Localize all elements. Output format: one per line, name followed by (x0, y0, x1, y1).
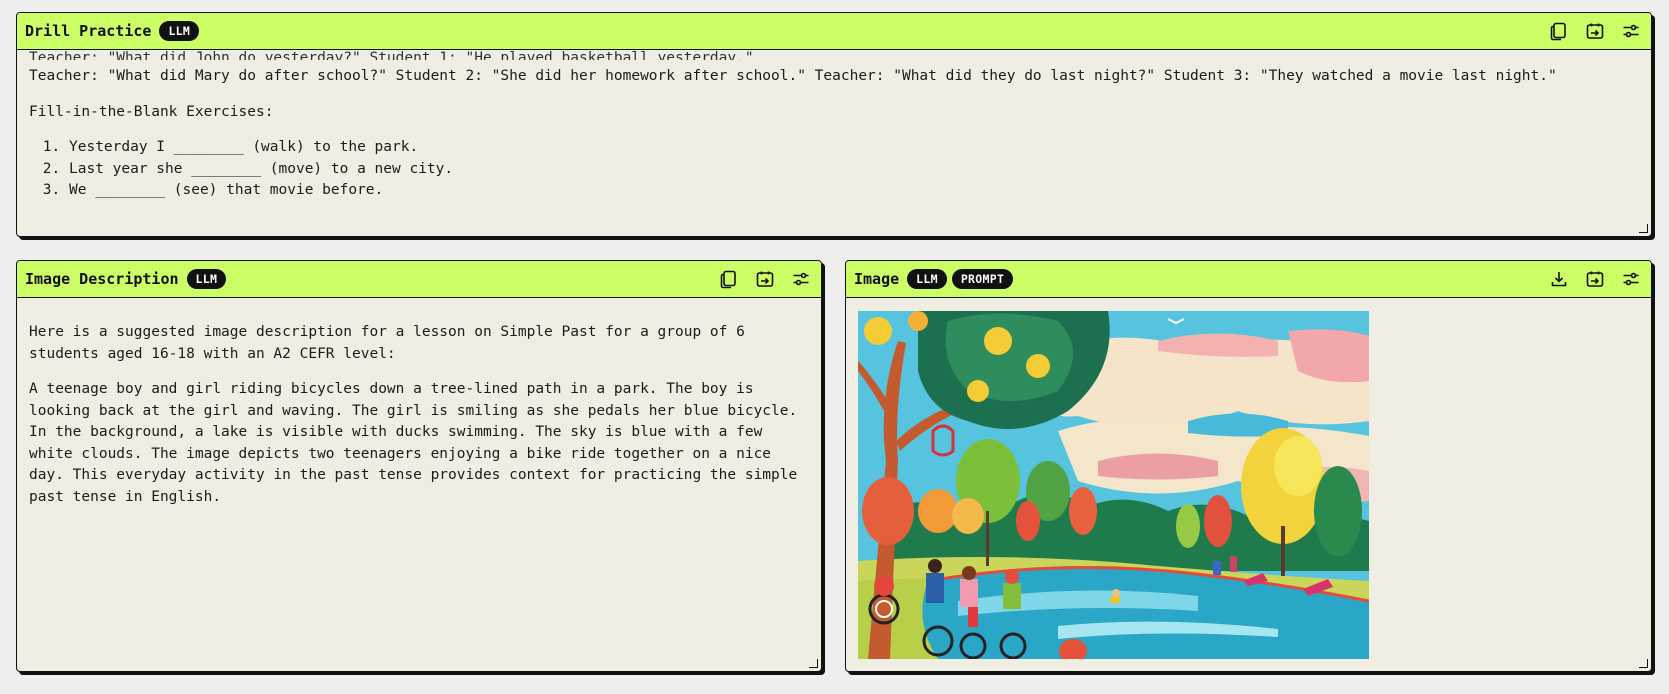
download-icon[interactable] (1547, 267, 1571, 291)
intro-text: Here is a suggested image description fo… (29, 324, 745, 362)
copy-icon[interactable] (717, 267, 741, 291)
clipped-dialogue-line: Teacher: "What did John do yesterday?" S… (29, 50, 754, 60)
description-text: A teenage boy and girl riding bicycles d… (29, 381, 798, 505)
drill-practice-panel: Drill Practice LLM Teacher: "What did Jo… (16, 12, 1652, 237)
exercise-list: Yesterday I ________ (walk) to the park.… (29, 137, 1639, 202)
prompt-badge: PROMPT (951, 269, 1014, 289)
panel-header: Image LLM PROMPT (846, 261, 1651, 298)
panel-title: Image Description (25, 270, 179, 288)
dialogue-text: Teacher: "What did Mary do after school?… (29, 68, 1557, 84)
settings-sliders-icon[interactable] (789, 267, 813, 291)
image-panel: Image LLM PROMPT (845, 260, 1652, 672)
llm-badge: LLM (159, 21, 200, 41)
llm-badge: LLM (186, 269, 227, 289)
drill-content: Teacher: "What did John do yesterday?" S… (17, 50, 1651, 210)
list-item: Last year she ________ (move) to a new c… (69, 159, 1639, 181)
resize-handle[interactable] (809, 659, 818, 668)
resize-handle[interactable] (1639, 224, 1648, 233)
copy-icon[interactable] (1547, 19, 1571, 43)
panel-header: Drill Practice LLM (17, 13, 1651, 50)
settings-sliders-icon[interactable] (1619, 267, 1643, 291)
list-item: Yesterday I ________ (walk) to the park. (69, 137, 1639, 159)
panel-title: Drill Practice (25, 22, 152, 40)
panel-title: Image (854, 270, 900, 288)
exercise-heading: Fill-in-the-Blank Exercises: (29, 103, 274, 120)
description-content: Here is a suggested image description fo… (17, 298, 821, 530)
generated-park-image[interactable] (858, 311, 1369, 659)
list-item: We ________ (see) that movie before. (69, 180, 1639, 202)
panel-header: Image Description LLM (17, 261, 821, 298)
send-to-icon[interactable] (753, 267, 777, 291)
settings-sliders-icon[interactable] (1619, 19, 1643, 43)
send-to-icon[interactable] (1583, 19, 1607, 43)
send-to-icon[interactable] (1583, 267, 1607, 291)
llm-badge: LLM (907, 269, 947, 289)
resize-handle[interactable] (1639, 659, 1648, 668)
image-description-panel: Image Description LLM Here is a suggeste… (16, 260, 822, 672)
